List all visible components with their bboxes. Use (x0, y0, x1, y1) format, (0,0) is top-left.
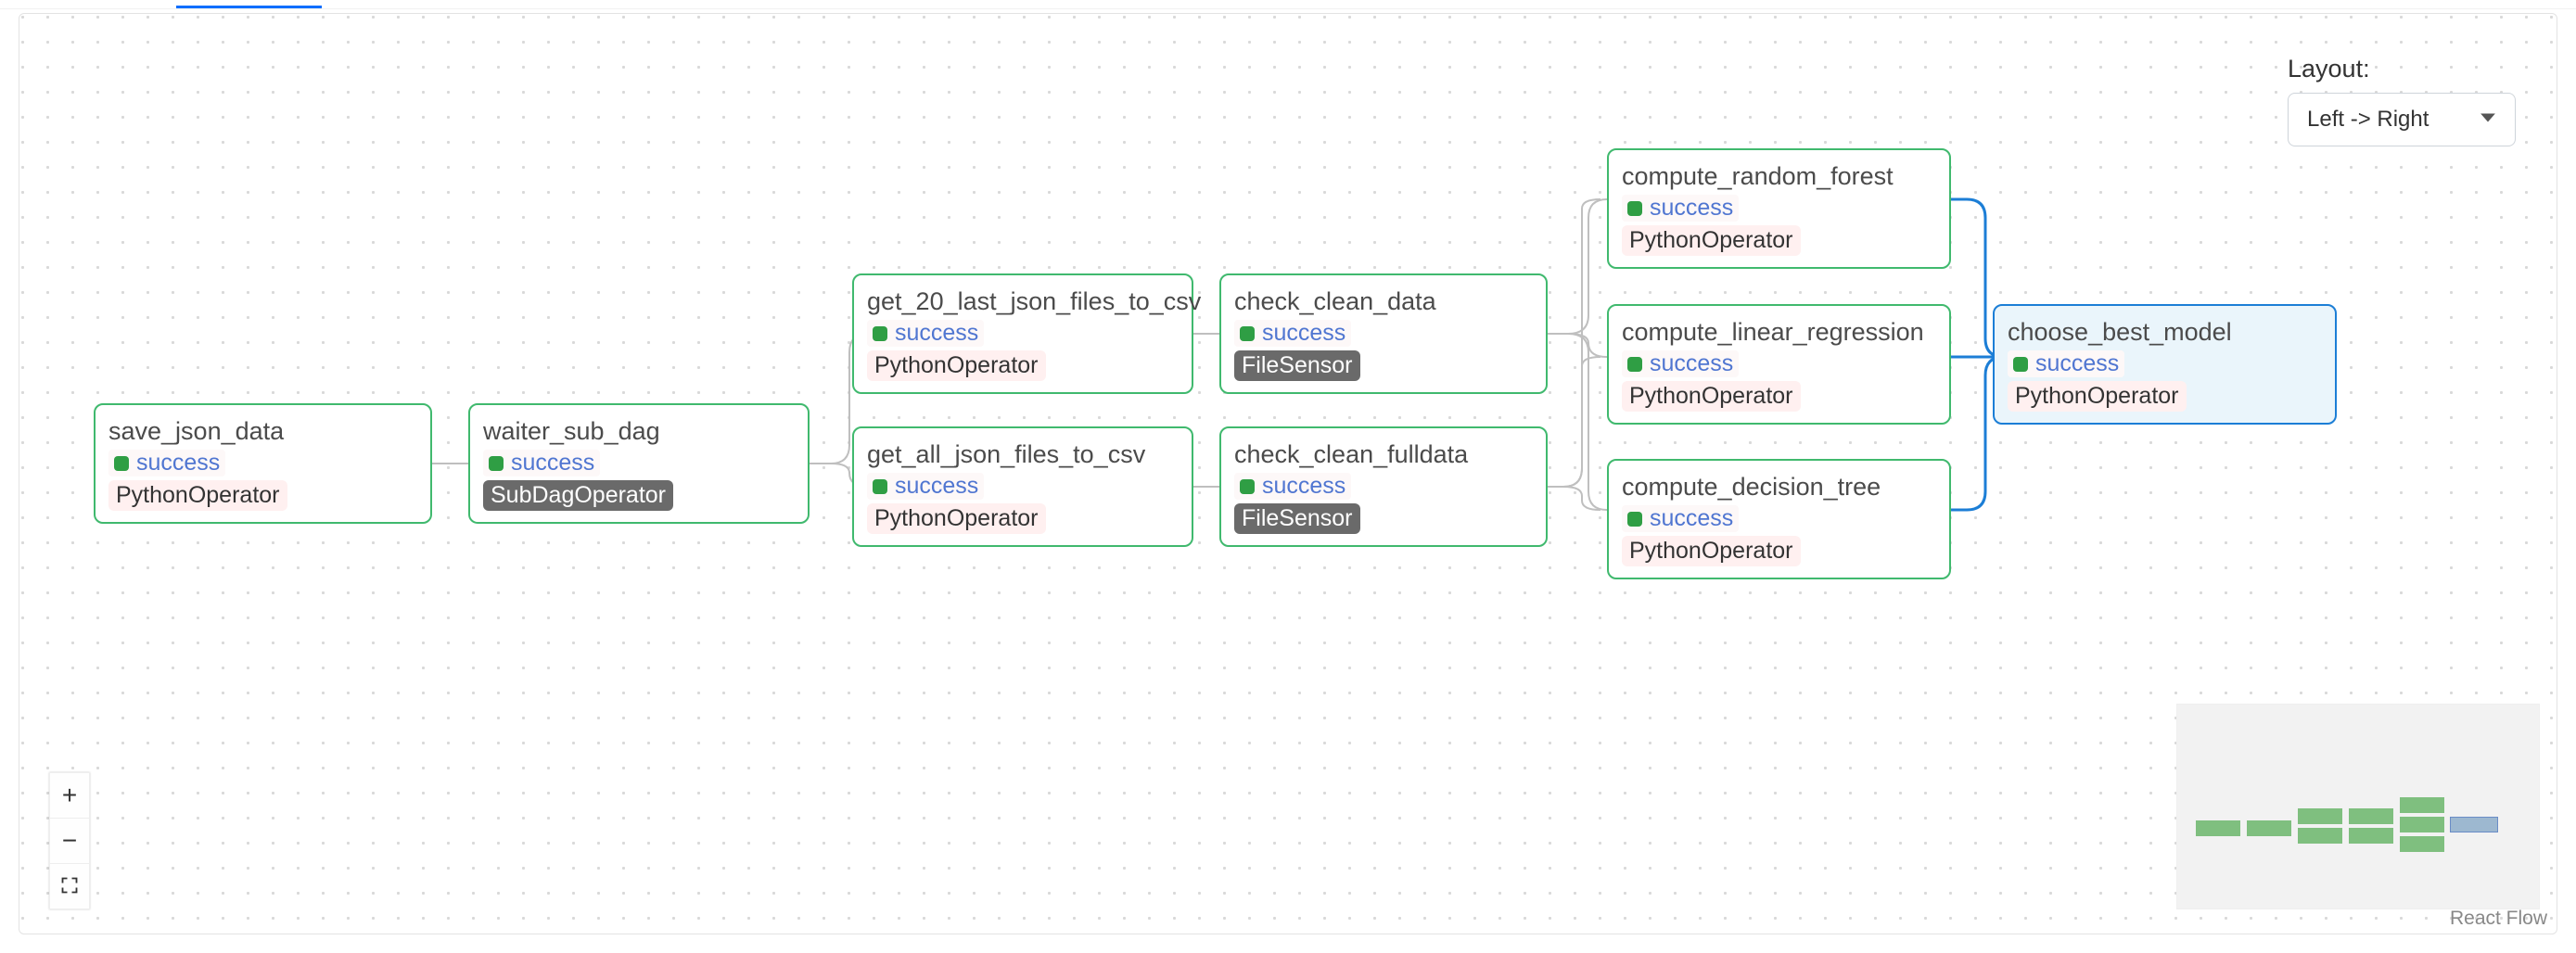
plus-icon: + (62, 781, 77, 810)
node-title: check_clean_data (1234, 286, 1533, 316)
node-save-json-data[interactable]: save_json_data success PythonOperator (94, 403, 432, 524)
node-waiter-sub-dag[interactable]: waiter_sub_dag success SubDagOperator (468, 403, 810, 524)
operator-badge: PythonOperator (1622, 536, 1801, 566)
node-compute-linear-regression[interactable]: compute_linear_regression success Python… (1607, 304, 1951, 425)
status-dot-icon (1240, 479, 1255, 494)
status-dot-icon (2013, 357, 2028, 372)
node-status: success (1234, 320, 1351, 347)
minimap[interactable] (2176, 704, 2540, 909)
zoom-controls: + − (49, 772, 90, 909)
status-dot-icon (114, 456, 129, 471)
node-get-all-json-files-to-csv[interactable]: get_all_json_files_to_csv success Python… (852, 426, 1193, 547)
status-dot-icon (1240, 326, 1255, 341)
graph-canvas[interactable]: Layout: Left -> Right (19, 13, 2557, 934)
fullscreen-icon (60, 871, 79, 901)
status-dot-icon (873, 479, 887, 494)
operator-badge: PythonOperator (1622, 381, 1801, 412)
operator-badge: PythonOperator (867, 503, 1046, 534)
node-compute-decision-tree[interactable]: compute_decision_tree success PythonOper… (1607, 459, 1951, 579)
node-title: compute_linear_regression (1622, 317, 1936, 347)
node-title: choose_best_model (2008, 317, 2322, 347)
node-status: success (483, 450, 600, 476)
zoom-in-button[interactable]: + (49, 772, 90, 819)
layout-picker: Layout: Left -> Right (2288, 55, 2516, 146)
layout-select-value: Left -> Right (2307, 107, 2429, 133)
layout-label: Layout: (2288, 55, 2516, 83)
operator-badge: PythonOperator (108, 480, 287, 511)
operator-badge: PythonOperator (867, 350, 1046, 381)
node-status: success (1234, 473, 1351, 500)
node-compute-random-forest[interactable]: compute_random_forest success PythonOper… (1607, 148, 1951, 269)
operator-badge: FileSensor (1234, 503, 1360, 534)
node-check-clean-data[interactable]: check_clean_data success FileSensor (1219, 273, 1548, 394)
node-status: success (1622, 505, 1739, 532)
status-dot-icon (1627, 201, 1642, 216)
node-status: success (2008, 350, 2124, 377)
node-status: success (108, 450, 225, 476)
node-status: success (867, 473, 984, 500)
node-title: get_all_json_files_to_csv (867, 439, 1179, 469)
operator-badge: PythonOperator (1622, 225, 1801, 256)
node-title: compute_random_forest (1622, 161, 1936, 191)
node-title: save_json_data (108, 416, 417, 446)
node-status: success (867, 320, 984, 347)
attribution-label: React Flow (2450, 908, 2547, 930)
node-title: compute_decision_tree (1622, 472, 1936, 502)
minus-icon: − (62, 826, 77, 856)
node-check-clean-fulldata[interactable]: check_clean_fulldata success FileSensor (1219, 426, 1548, 547)
chevron-down-icon (2480, 107, 2496, 133)
node-title: waiter_sub_dag (483, 416, 795, 446)
app-shell: Layout: Left -> Right (0, 0, 2576, 953)
zoom-out-button[interactable]: − (49, 819, 90, 864)
node-get-20-last-json-files-to-csv[interactable]: get_20_last_json_files_to_csv success Py… (852, 273, 1193, 394)
status-dot-icon (873, 326, 887, 341)
active-tab-indicator (176, 6, 322, 8)
status-dot-icon (1627, 357, 1642, 372)
tabstrip (0, 0, 2576, 9)
status-dot-icon (489, 456, 504, 471)
node-title: get_20_last_json_files_to_csv (867, 286, 1179, 316)
node-status: success (1622, 195, 1739, 222)
layout-select[interactable]: Left -> Right (2288, 93, 2516, 146)
operator-badge: SubDagOperator (483, 480, 673, 511)
operator-badge: FileSensor (1234, 350, 1360, 381)
node-title: check_clean_fulldata (1234, 439, 1533, 469)
node-choose-best-model[interactable]: choose_best_model success PythonOperator (1993, 304, 2337, 425)
node-status: success (1622, 350, 1739, 377)
status-dot-icon (1627, 512, 1642, 527)
fit-view-button[interactable] (49, 864, 90, 909)
operator-badge: PythonOperator (2008, 381, 2187, 412)
